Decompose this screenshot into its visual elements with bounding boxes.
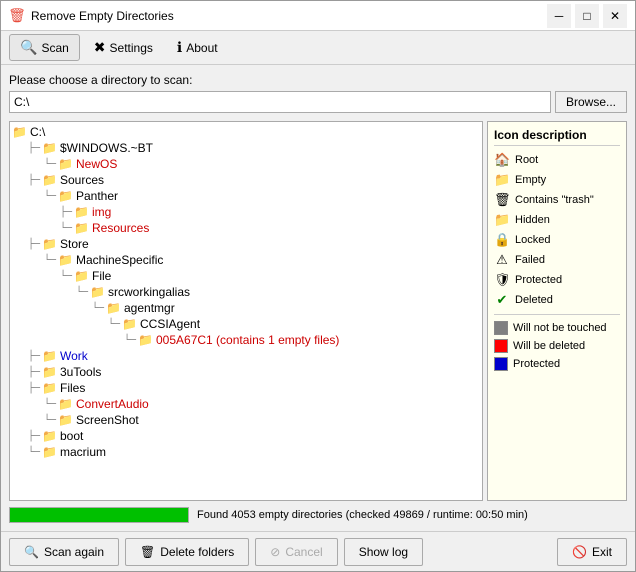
empty-icon: 📁 (494, 172, 510, 188)
tree-item[interactable]: └─📁005A67C1 (contains 1 empty files) (12, 332, 480, 348)
legend-failed-label: Failed (515, 254, 545, 266)
legend-hidden: 📁 Hidden (494, 212, 620, 228)
app-icon: 🗑 (9, 8, 25, 24)
locked-icon: 🔒 (494, 232, 510, 248)
tree-item[interactable]: └─📁Panther (12, 188, 480, 204)
legend-locked-label: Locked (515, 234, 550, 246)
legend-panel: Icon description 🏠 Root 📁 Empty 🗑 Contai… (487, 121, 627, 501)
tree-panel[interactable]: 📁C:\├─📁$WINDOWS.~BT└─📁NewOS├─📁Sources└─📁… (9, 121, 483, 501)
settings-button[interactable]: ✖ Settings (84, 35, 163, 60)
tree-item[interactable]: ├─📁boot (12, 428, 480, 444)
tree-item[interactable]: └─📁NewOS (12, 156, 480, 172)
content-area: Please choose a directory to scan: Brows… (1, 65, 635, 531)
tree-item[interactable]: └─📁CCSIAgent (12, 316, 480, 332)
window-title: Remove Empty Directories (31, 9, 547, 23)
tree-item[interactable]: ├─📁$WINDOWS.~BT (12, 140, 480, 156)
main-panel: 📁C:\├─📁$WINDOWS.~BT└─📁NewOS├─📁Sources└─📁… (9, 121, 627, 501)
progress-bar-container (9, 507, 189, 523)
minimize-button[interactable]: ─ (547, 4, 571, 28)
willdelete-color (494, 339, 508, 353)
legend-notouched-label: Will not be touched (513, 322, 607, 334)
exit-label: Exit (592, 545, 612, 559)
legend-blueprot-label: Protected (513, 358, 560, 370)
tree-item[interactable]: └─📁Resources (12, 220, 480, 236)
action-bar: 🔍 Scan again 🗑 Delete folders ⊘ Cancel S… (1, 531, 635, 571)
scan-button[interactable]: 🔍 Scan (9, 34, 80, 61)
dir-input[interactable] (9, 91, 551, 113)
legend-deleted: ✔ Deleted (494, 292, 620, 308)
settings-icon: ✖ (94, 39, 106, 56)
legend-hidden-label: Hidden (515, 214, 550, 226)
legend-protected: 🛡 Protected (494, 272, 620, 288)
delete-folders-label: Delete folders (160, 545, 234, 559)
tree-item[interactable]: ├─📁Work (12, 348, 480, 364)
cancel-label: Cancel (285, 545, 322, 559)
tree-item[interactable]: └─📁agentmgr (12, 300, 480, 316)
cancel-icon: ⊘ (270, 545, 280, 559)
tree-item[interactable]: ├─📁Files (12, 380, 480, 396)
close-button[interactable]: ✕ (603, 4, 627, 28)
legend-root-label: Root (515, 154, 538, 166)
failed-icon: ⚠ (494, 252, 510, 268)
toolbar: 🔍 Scan ✖ Settings ℹ About (1, 31, 635, 65)
scan-icon: 🔍 (20, 39, 37, 56)
tree-item[interactable]: └─📁ConvertAudio (12, 396, 480, 412)
window-controls: ─ □ ✕ (547, 4, 627, 28)
blueprot-color (494, 357, 508, 371)
trash-icon: 🗑 (494, 192, 510, 208)
scan-again-icon: 🔍 (24, 545, 39, 559)
show-log-button[interactable]: Show log (344, 538, 423, 566)
tree-item[interactable]: └─📁File (12, 268, 480, 284)
protected-icon: 🛡 (494, 272, 510, 288)
main-window: 🗑 Remove Empty Directories ─ □ ✕ 🔍 Scan … (0, 0, 636, 572)
tree-item[interactable]: └─📁MachineSpecific (12, 252, 480, 268)
delete-folders-icon: 🗑 (140, 545, 155, 559)
about-button[interactable]: ℹ About (167, 35, 228, 60)
dir-row: Browse... (9, 91, 627, 113)
legend-protected-label: Protected (515, 274, 562, 286)
progress-text: Found 4053 empty directories (checked 49… (197, 509, 528, 521)
tree-item[interactable]: ├─📁Store (12, 236, 480, 252)
show-log-label: Show log (359, 545, 408, 559)
tree-item[interactable]: ├─📁Sources (12, 172, 480, 188)
legend-title: Icon description (494, 128, 620, 146)
deleted-icon: ✔ (494, 292, 510, 308)
dir-label: Please choose a directory to scan: (9, 73, 627, 87)
scan-again-button[interactable]: 🔍 Scan again (9, 538, 119, 566)
tree-item[interactable]: └─📁macrium (12, 444, 480, 460)
exit-icon: 🚫 (572, 545, 587, 559)
legend-empty: 📁 Empty (494, 172, 620, 188)
legend-deleted-label: Deleted (515, 294, 553, 306)
titlebar: 🗑 Remove Empty Directories ─ □ ✕ (1, 1, 635, 31)
legend-empty-label: Empty (515, 174, 546, 186)
tree-item[interactable]: └─📁ScreenShot (12, 412, 480, 428)
progress-bar (10, 508, 188, 522)
delete-folders-button[interactable]: 🗑 Delete folders (125, 538, 249, 566)
legend-willdelete-label: Will be deleted (513, 340, 585, 352)
notouched-color (494, 321, 508, 335)
tree-item[interactable]: 📁C:\ (12, 124, 480, 140)
maximize-button[interactable]: □ (575, 4, 599, 28)
tree-item[interactable]: ├─📁3uTools (12, 364, 480, 380)
legend-trash: 🗑 Contains "trash" (494, 192, 620, 208)
legend-locked: 🔒 Locked (494, 232, 620, 248)
legend-trash-label: Contains "trash" (515, 194, 594, 206)
legend-divider-1 (494, 314, 620, 315)
cancel-button[interactable]: ⊘ Cancel (255, 538, 337, 566)
exit-button[interactable]: 🚫 Exit (557, 538, 627, 566)
legend-blueprot: Protected (494, 357, 620, 371)
progress-area: Found 4053 empty directories (checked 49… (9, 507, 627, 523)
legend-willdelete: Will be deleted (494, 339, 620, 353)
legend-failed: ⚠ Failed (494, 252, 620, 268)
tree-item[interactable]: ├─📁img (12, 204, 480, 220)
about-icon: ℹ (177, 39, 182, 56)
hidden-icon: 📁 (494, 212, 510, 228)
browse-button[interactable]: Browse... (555, 91, 627, 113)
tree-item[interactable]: └─📁srcworkingalias (12, 284, 480, 300)
legend-root: 🏠 Root (494, 152, 620, 168)
legend-notouched: Will not be touched (494, 321, 620, 335)
scan-again-label: Scan again (44, 545, 104, 559)
root-icon: 🏠 (494, 152, 510, 168)
